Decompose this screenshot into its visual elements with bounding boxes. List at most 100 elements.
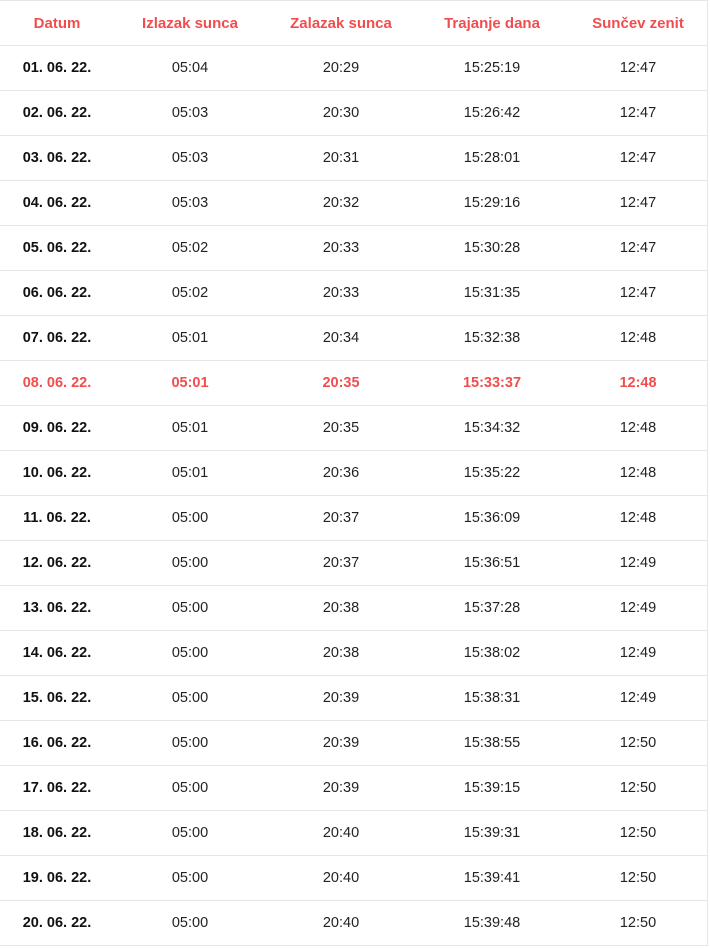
date-cell: 18. 06. 22. [0, 810, 114, 856]
sunrise-cell: 05:01 [114, 405, 266, 451]
sunrise-cell: 05:01 [114, 360, 266, 406]
table-row: 12. 06. 22. 05:00 20:37 15:36:51 12:49 [0, 540, 708, 586]
sunrise-cell: 05:03 [114, 180, 266, 226]
date-cell: 12. 06. 22. [0, 540, 114, 586]
date-cell: 04. 06. 22. [0, 180, 114, 226]
day-length-cell: 15:28:01 [416, 135, 568, 181]
solar-noon-cell: 12:50 [568, 810, 708, 856]
sunset-cell: 20:39 [266, 765, 416, 811]
sunrise-cell: 05:04 [114, 45, 266, 91]
date-cell: 06. 06. 22. [0, 270, 114, 316]
table-row: 04. 06. 22. 05:03 20:32 15:29:16 12:47 [0, 180, 708, 226]
table-row: 10. 06. 22. 05:01 20:36 15:35:22 12:48 [0, 450, 708, 496]
solar-noon-cell: 12:48 [568, 495, 708, 541]
date-cell: 05. 06. 22. [0, 225, 114, 271]
sunset-cell: 20:40 [266, 855, 416, 901]
table-row: 13. 06. 22. 05:00 20:38 15:37:28 12:49 [0, 585, 708, 631]
solar-noon-cell: 12:49 [568, 630, 708, 676]
header-row: Datum Izlazak sunca Zalazak sunca Trajan… [0, 1, 708, 46]
sunset-cell: 20:35 [266, 405, 416, 451]
date-cell: 16. 06. 22. [0, 720, 114, 766]
day-length-cell: 15:38:31 [416, 675, 568, 721]
day-length-cell: 15:29:16 [416, 180, 568, 226]
solar-noon-cell: 12:50 [568, 765, 708, 811]
day-length-cell: 15:31:35 [416, 270, 568, 316]
date-cell: 14. 06. 22. [0, 630, 114, 676]
day-length-cell: 15:39:41 [416, 855, 568, 901]
sunset-cell: 20:33 [266, 225, 416, 271]
solar-noon-cell: 12:47 [568, 180, 708, 226]
date-cell: 03. 06. 22. [0, 135, 114, 181]
sunset-cell: 20:40 [266, 810, 416, 856]
header-day-length: Trajanje dana [416, 1, 568, 46]
date-cell: 20. 06. 22. [0, 900, 114, 946]
sunrise-cell: 05:00 [114, 765, 266, 811]
day-length-cell: 15:36:09 [416, 495, 568, 541]
sunrise-cell: 05:01 [114, 315, 266, 361]
header-sunset: Zalazak sunca [266, 1, 416, 46]
sunrise-cell: 05:00 [114, 675, 266, 721]
sunset-cell: 20:38 [266, 585, 416, 631]
day-length-cell: 15:39:31 [416, 810, 568, 856]
table-row: 05. 06. 22. 05:02 20:33 15:30:28 12:47 [0, 225, 708, 271]
day-length-cell: 15:35:22 [416, 450, 568, 496]
table-row-today: 08. 06. 22. 05:01 20:35 15:33:37 12:48 [0, 360, 708, 406]
header-sunrise: Izlazak sunca [114, 1, 266, 46]
sunset-cell: 20:32 [266, 180, 416, 226]
sunset-cell: 20:35 [266, 360, 416, 406]
sunrise-cell: 05:00 [114, 495, 266, 541]
solar-noon-cell: 12:48 [568, 450, 708, 496]
sunset-cell: 20:31 [266, 135, 416, 181]
sunrise-cell: 05:00 [114, 720, 266, 766]
date-cell: 11. 06. 22. [0, 495, 114, 541]
solar-noon-cell: 12:50 [568, 900, 708, 946]
sunset-cell: 20:33 [266, 270, 416, 316]
date-cell: 02. 06. 22. [0, 90, 114, 136]
table-row: 14. 06. 22. 05:00 20:38 15:38:02 12:49 [0, 630, 708, 676]
sunset-cell: 20:39 [266, 675, 416, 721]
solar-noon-cell: 12:47 [568, 225, 708, 271]
day-length-cell: 15:39:48 [416, 900, 568, 946]
table-row: 01. 06. 22. 05:04 20:29 15:25:19 12:47 [0, 45, 708, 91]
table-row: 11. 06. 22. 05:00 20:37 15:36:09 12:48 [0, 495, 708, 541]
table-row: 07. 06. 22. 05:01 20:34 15:32:38 12:48 [0, 315, 708, 361]
sunrise-cell: 05:00 [114, 540, 266, 586]
table-row: 15. 06. 22. 05:00 20:39 15:38:31 12:49 [0, 675, 708, 721]
header-solar-noon: Sunčev zenit [568, 1, 708, 46]
solar-noon-cell: 12:49 [568, 585, 708, 631]
sunrise-cell: 05:03 [114, 135, 266, 181]
date-cell: 07. 06. 22. [0, 315, 114, 361]
day-length-cell: 15:25:19 [416, 45, 568, 91]
sunrise-cell: 05:00 [114, 630, 266, 676]
table-row: 20. 06. 22. 05:00 20:40 15:39:48 12:50 [0, 900, 708, 946]
sunset-cell: 20:39 [266, 720, 416, 766]
table-row: 03. 06. 22. 05:03 20:31 15:28:01 12:47 [0, 135, 708, 181]
date-cell: 08. 06. 22. [0, 360, 114, 406]
sunrise-cell: 05:02 [114, 225, 266, 271]
solar-noon-cell: 12:47 [568, 270, 708, 316]
solar-noon-cell: 12:48 [568, 315, 708, 361]
date-cell: 17. 06. 22. [0, 765, 114, 811]
sunrise-cell: 05:02 [114, 270, 266, 316]
solar-noon-cell: 12:47 [568, 135, 708, 181]
date-cell: 15. 06. 22. [0, 675, 114, 721]
sun-times-table: Datum Izlazak sunca Zalazak sunca Trajan… [0, 1, 708, 946]
solar-noon-cell: 12:50 [568, 720, 708, 766]
solar-noon-cell: 12:48 [568, 405, 708, 451]
date-cell: 01. 06. 22. [0, 45, 114, 91]
sunset-cell: 20:36 [266, 450, 416, 496]
day-length-cell: 15:26:42 [416, 90, 568, 136]
solar-noon-cell: 12:49 [568, 675, 708, 721]
sunset-cell: 20:30 [266, 90, 416, 136]
sunset-cell: 20:37 [266, 540, 416, 586]
header-date: Datum [0, 1, 114, 46]
solar-noon-cell: 12:47 [568, 90, 708, 136]
sunrise-cell: 05:00 [114, 855, 266, 901]
table-row: 06. 06. 22. 05:02 20:33 15:31:35 12:47 [0, 270, 708, 316]
sunrise-cell: 05:00 [114, 810, 266, 856]
sunset-cell: 20:34 [266, 315, 416, 361]
date-cell: 10. 06. 22. [0, 450, 114, 496]
table-row: 09. 06. 22. 05:01 20:35 15:34:32 12:48 [0, 405, 708, 451]
sunrise-cell: 05:01 [114, 450, 266, 496]
day-length-cell: 15:39:15 [416, 765, 568, 811]
